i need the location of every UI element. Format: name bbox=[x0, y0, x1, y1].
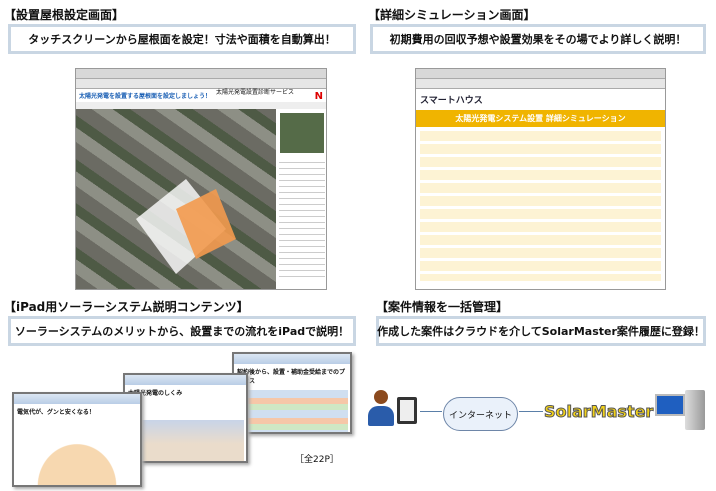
sim-title: 太陽光発電システム設置 詳細シミュレーション bbox=[416, 110, 665, 127]
slide-process: 契約後から、設置・補助金受給までのプロセス bbox=[232, 352, 352, 434]
caption-roof: タッチスクリーンから屋根面を設定！寸法や面積を自動算出！ bbox=[8, 24, 356, 54]
heading-simulation: 【詳細シミュレーション画面】 bbox=[368, 8, 536, 22]
internet-cloud: インターネット bbox=[443, 397, 518, 431]
caption-simulation: 初期費用の回収予想や設置効果をその場でより詳しく説明！ bbox=[370, 24, 706, 54]
north-indicator: N bbox=[314, 91, 323, 102]
computer-icon bbox=[655, 390, 707, 430]
slide-savings: 電気代が、グンと安くなる！ bbox=[12, 392, 142, 487]
page-count: ［全22P］ bbox=[295, 455, 339, 465]
aerial-photo[interactable] bbox=[76, 109, 276, 289]
roof-setting-screenshot: 太陽光発電設置診断サービス 太陽光発電を設置する屋根面を設定しましょう！ N bbox=[75, 68, 327, 290]
thumbnail bbox=[280, 113, 324, 153]
simulation-screenshot: スマートハウス 太陽光発電システム設置 詳細シミュレーション bbox=[415, 68, 666, 290]
arrow-icon bbox=[519, 411, 543, 412]
heading-ipad-content: 【iPad用ソーラーシステム説明コンテンツ】 bbox=[4, 300, 249, 314]
roof-polygon bbox=[136, 179, 236, 274]
tab-label: 太陽光発電設置診断サービス bbox=[216, 89, 295, 96]
caption-project-management: 作成した案件はクラウドを介してSolarMaster案件履歴に登録！ bbox=[376, 316, 706, 346]
user-icon bbox=[368, 390, 394, 430]
caption-ipad-content: ソーラーシステムのメリットから、設置までの流れをiPadで説明！ bbox=[8, 316, 356, 346]
solarmaster-logo: SolarMaster bbox=[543, 402, 654, 422]
heading-roof: 【設置屋根設定画面】 bbox=[4, 8, 125, 22]
ipad-icon bbox=[397, 397, 417, 424]
heading-project-management: 【案件情報を一括管理】 bbox=[376, 300, 509, 314]
arrow-icon bbox=[420, 411, 442, 412]
sim-logo: スマートハウス bbox=[420, 96, 483, 106]
